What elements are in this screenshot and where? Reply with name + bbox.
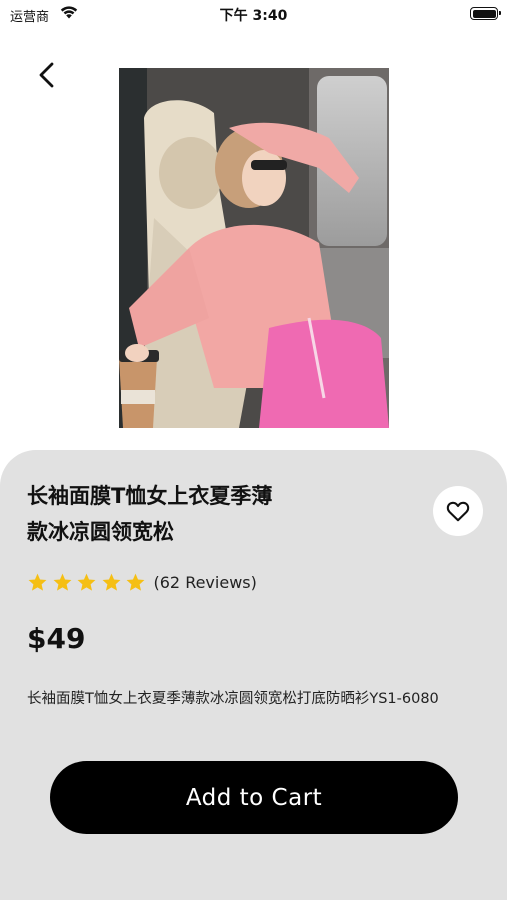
- product-description: 长袖面膜T恤女上衣夏季薄款冰凉圆领宽松打底防晒衫YS1-6080: [27, 691, 439, 707]
- product-rating: (62 Reviews): [27, 570, 257, 594]
- chevron-left-icon: [39, 62, 54, 88]
- back-button[interactable]: [30, 58, 64, 92]
- star-icon: [28, 573, 47, 591]
- product-price: $49: [27, 622, 86, 655]
- status-time: 下午 3:40: [219, 8, 288, 24]
- heart-outline-icon: [446, 501, 470, 522]
- product-image: [119, 68, 389, 428]
- review-count[interactable]: (62 Reviews): [154, 573, 257, 592]
- star-icon: [102, 573, 120, 591]
- star-icon: [77, 573, 96, 591]
- product-photo: [119, 68, 389, 428]
- status-bar: 运营商 下午 3:40: [0, 0, 507, 30]
- battery-icon: [470, 7, 501, 20]
- favorite-button[interactable]: [433, 486, 483, 536]
- product-title: 长袖面膜T恤女上衣夏季薄款冰凉圆领宽松: [27, 484, 273, 544]
- star-icon: [126, 573, 145, 591]
- add-to-cart-button[interactable]: Add to Cart: [50, 761, 458, 834]
- star-icon: [53, 573, 71, 591]
